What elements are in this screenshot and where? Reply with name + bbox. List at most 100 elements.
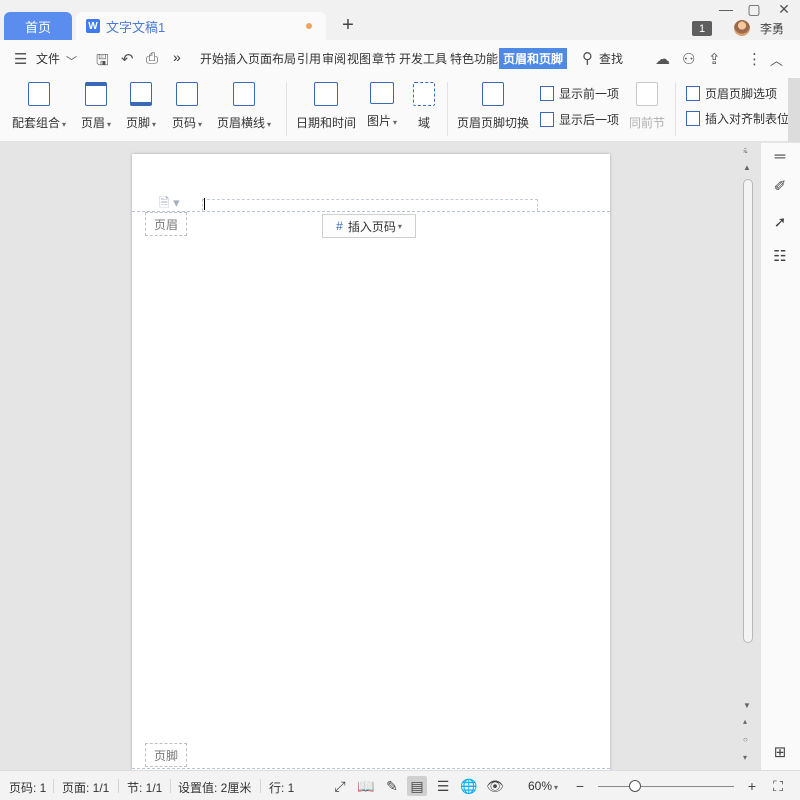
header-line-button[interactable]: 页眉横线 ▾ [217, 82, 271, 131]
header-footer-options-button[interactable]: 页眉页脚选项 [686, 85, 777, 102]
page-number-button[interactable]: 页码 ▾ [172, 82, 202, 131]
document-tab[interactable]: W 文字文稿1 [76, 12, 326, 40]
ribbon-scroll-right[interactable] [788, 78, 800, 142]
fit-page-icon[interactable]: ⛶ [768, 776, 788, 796]
vertical-scrollbar[interactable]: ⩯ ▲ ▼ ▴ ○ ▾ [740, 143, 756, 770]
menu-header-footer[interactable]: 页眉和页脚 [499, 48, 568, 69]
panel-handle-icon[interactable]: ═ [771, 147, 789, 165]
save-icon[interactable]: 🖫 [96, 50, 109, 75]
next-page-icon[interactable]: ▾ [743, 753, 747, 762]
line-status[interactable]: 行: 1 [269, 779, 294, 796]
settings-sliders-icon[interactable]: ☷ [771, 247, 789, 265]
ribbon-divider [675, 82, 676, 136]
share-icon[interactable]: ⇪ [708, 50, 721, 68]
menu-developer[interactable]: 开发工具 [399, 50, 447, 67]
print-icon[interactable]: ⎙ [146, 50, 158, 67]
zoom-slider[interactable] [598, 786, 734, 787]
menu-bar: ☰ 文件 ﹀ 🖫 ↶ ⎙ » 开始 插入 页面布局 引用 审阅 视图 章节 开发… [0, 40, 800, 78]
section-status[interactable]: 节: 1/1 [127, 779, 162, 796]
picture-icon [370, 82, 395, 104]
page-number-icon: # [336, 219, 343, 233]
combo-set-label: 配套组合 [12, 116, 61, 130]
avatar[interactable] [734, 20, 750, 36]
insert-page-number-button[interactable]: # 插入页码 ▾ [322, 214, 416, 238]
menu-page-layout[interactable]: 页面布局 [248, 50, 296, 67]
calendar-icon [314, 82, 338, 106]
scroll-top-icon[interactable]: ⩯ [743, 147, 748, 157]
cloud-icon[interactable]: ☁ [655, 50, 670, 68]
page-number-label: 页码 [172, 116, 197, 130]
zoom-in-icon[interactable]: + [742, 776, 762, 796]
plus-icon[interactable]: + [338, 14, 358, 36]
document-page[interactable]: 🗎 ▾ 页眉 # 插入页码 ▾ 页脚 [132, 154, 610, 770]
eraser-icon[interactable]: ✐ [771, 177, 789, 195]
status-divider [118, 779, 119, 793]
ribbon: 配套组合 ▾ 页眉 ▾ 页脚 ▾ 页码 ▾ 页眉横线 ▾ 日期和时间 图片 ▾ 域 页眉页脚… [0, 78, 800, 142]
scroll-down-icon[interactable]: ▼ [743, 701, 751, 710]
eye-protection-icon[interactable]: 👁 [485, 776, 505, 796]
menu-chapter[interactable]: 章节 [372, 50, 396, 67]
search-label[interactable]: 查找 [599, 50, 623, 67]
caret-icon: ▾ [393, 118, 398, 127]
header-label: 页眉 [81, 116, 106, 130]
hamburger-menu-icon[interactable]: ☰ [14, 50, 27, 68]
fullscreen-icon[interactable]: ⤢ [330, 776, 350, 796]
header-edit-area[interactable] [202, 199, 538, 211]
show-previous-button[interactable]: 显示前一项 [540, 85, 619, 102]
setting-status[interactable]: 设置值: 2厘米 [178, 779, 251, 796]
menu-review[interactable]: 审阅 [322, 50, 346, 67]
close-button[interactable]: ✕ [772, 0, 796, 18]
outline-view-icon[interactable]: ☰ [433, 776, 453, 796]
more-options-icon[interactable]: ⋮ [747, 50, 762, 68]
maximize-button[interactable]: ▢ [742, 0, 766, 18]
insert-align-tab-button[interactable]: 插入对齐制表位 [686, 110, 789, 127]
write-mode-icon[interactable]: ✎ [382, 776, 402, 796]
select-browse-icon[interactable]: ○ [743, 735, 748, 744]
same-as-previous-button[interactable]: 同前节 [629, 82, 665, 131]
header-footer-switch-button[interactable]: 页眉页脚切换 [457, 82, 529, 131]
web-view-icon[interactable]: 🌐 [459, 776, 479, 796]
more-icon[interactable]: » [173, 49, 181, 65]
zoom-level[interactable]: 60% ▾ [528, 779, 558, 793]
user-name[interactable]: 李勇 [760, 20, 784, 37]
zoom-slider-knob[interactable] [629, 780, 641, 792]
options-icon [686, 86, 700, 101]
show-next-button[interactable]: 显示后一项 [540, 111, 619, 128]
menu-view[interactable]: 视图 [347, 50, 371, 67]
share-user-icon[interactable]: ⚇ [682, 50, 695, 68]
scroll-up-icon[interactable]: ▲ [743, 163, 751, 172]
page-number-status[interactable]: 页码: 1 [9, 779, 46, 796]
footer-button[interactable]: 页脚 ▾ [126, 82, 156, 131]
footer-divider [132, 768, 610, 769]
select-cursor-icon[interactable]: ➚ [771, 213, 789, 231]
file-menu[interactable]: 文件 [36, 50, 60, 67]
window-count-badge[interactable]: 1 [692, 21, 712, 36]
combo-set-button[interactable]: 配套组合 ▾ [12, 82, 66, 131]
collapse-ribbon-icon[interactable]: ︿ [770, 50, 783, 69]
footer-tag: 页脚 [145, 743, 187, 767]
caret-icon: ▾ [107, 120, 112, 129]
page-view-icon[interactable]: ▤ [407, 776, 427, 796]
previous-page-icon[interactable]: ▴ [743, 717, 747, 726]
menu-special-features[interactable]: 特色功能 [450, 50, 498, 67]
home-tab[interactable]: 首页 [4, 12, 72, 40]
writer-icon: W [86, 19, 100, 33]
minimize-button[interactable]: — [714, 0, 738, 18]
menu-references[interactable]: 引用 [297, 50, 321, 67]
header-divider [132, 211, 610, 212]
chevron-down-icon[interactable]: ﹀ [66, 53, 77, 69]
search-icon[interactable]: ⚲ [582, 49, 593, 67]
menu-start[interactable]: 开始 [200, 50, 224, 67]
header-button[interactable]: 页眉 ▾ [81, 82, 111, 131]
date-time-button[interactable]: 日期和时间 [296, 82, 356, 131]
menu-insert[interactable]: 插入 [224, 50, 248, 67]
zoom-out-icon[interactable]: − [570, 776, 590, 796]
grid-icon[interactable]: ⊞ [771, 743, 789, 761]
picture-button[interactable]: 图片 ▾ [367, 82, 397, 129]
field-button[interactable]: 域 [413, 82, 435, 131]
footer-label: 页脚 [126, 116, 151, 130]
undo-icon[interactable]: ↶ [121, 50, 134, 68]
pages-status[interactable]: 页面: 1/1 [62, 779, 109, 796]
reading-mode-icon[interactable]: 📖 [356, 776, 376, 796]
scroll-thumb[interactable] [743, 179, 753, 643]
